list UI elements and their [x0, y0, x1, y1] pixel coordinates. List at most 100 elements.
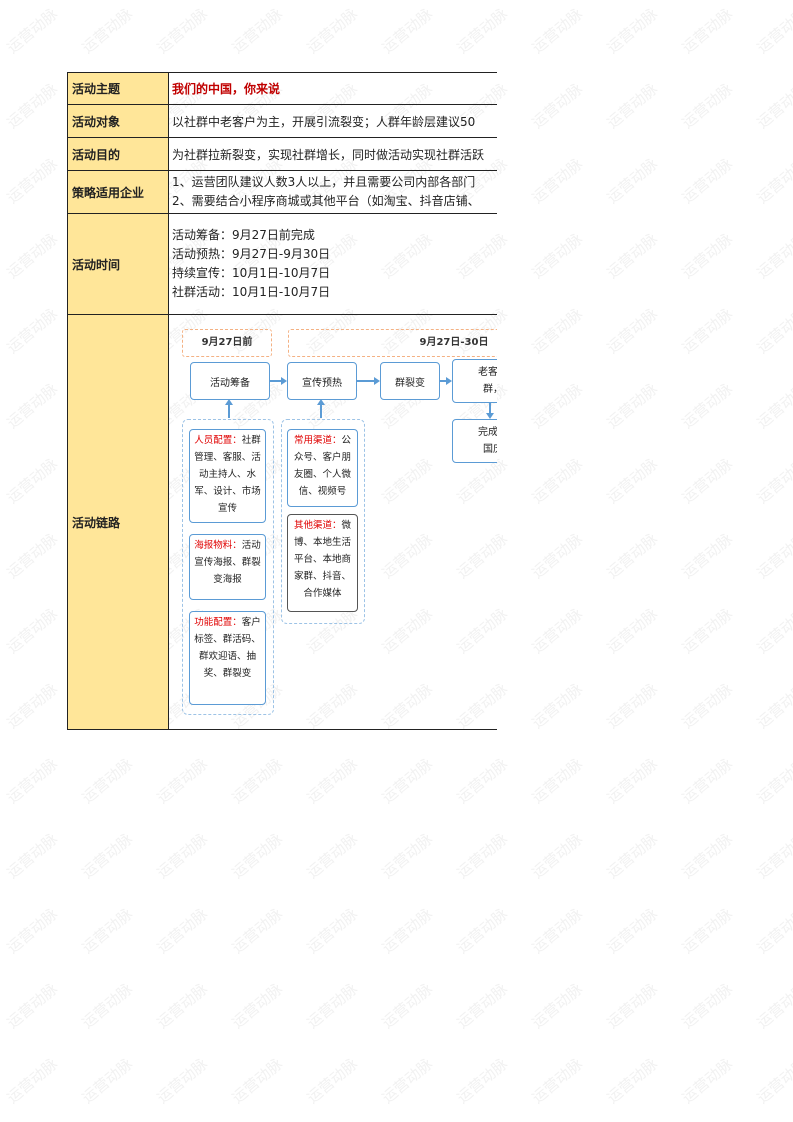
watermark-text: 运营动脉 — [753, 304, 793, 358]
node-warmup: 宣传预热 — [287, 362, 357, 400]
watermark-text: 运营动脉 — [528, 829, 587, 883]
watermark-text: 运营动脉 — [678, 829, 737, 883]
watermark-text: 运营动脉 — [528, 229, 587, 283]
watermark-text: 运营动脉 — [303, 1054, 362, 1108]
watermark-text: 运营动脉 — [453, 904, 512, 958]
value-theme: 我们的中国，你来说 — [168, 72, 497, 105]
watermark-text: 运营动脉 — [3, 979, 62, 1033]
watermark-text: 运营动脉 — [753, 904, 793, 958]
watermark-text: 运营动脉 — [603, 979, 662, 1033]
activity-flow-diagram: 9月27日前 9月27日-30日 活动筹备 宣传预热 群裂变 老客邀请 群，完 … — [169, 315, 497, 729]
watermark-text: 运营动脉 — [153, 829, 212, 883]
watermark-text: 运营动脉 — [378, 4, 437, 58]
watermark-text: 运营动脉 — [3, 604, 62, 658]
card-other-tag: 其他渠道： — [293, 520, 342, 531]
watermark-text: 运营动脉 — [678, 679, 737, 733]
watermark-text: 运营动脉 — [303, 979, 362, 1033]
time-line-4: 社群活动：10月1日-10月7日 — [172, 285, 331, 299]
watermark-text: 运营动脉 — [753, 454, 793, 508]
node-complete-line-1: 完成任务 — [478, 427, 497, 438]
watermark-text: 运营动脉 — [528, 454, 587, 508]
watermark-text: 运营动脉 — [678, 979, 737, 1033]
node-complete: 完成任务 国庆礼 — [452, 419, 497, 463]
label-theme: 活动主题 — [67, 72, 169, 105]
watermark-text: 运营动脉 — [603, 679, 662, 733]
watermark-text: 运营动脉 — [603, 604, 662, 658]
watermark-text: 运营动脉 — [78, 754, 137, 808]
strategy-line-1: 1、运营团队建议人数3人以上，并且需要公司内部各部门 — [172, 175, 476, 189]
watermark-text: 运营动脉 — [78, 829, 137, 883]
label-time: 活动时间 — [67, 213, 169, 315]
watermark-text: 运营动脉 — [153, 979, 212, 1033]
row-purpose: 活动目的 为社群拉新裂变，实现社群增长，同时做活动实现社群活跃 — [67, 137, 497, 171]
card-staff: 人员配置：社群管理、客服、活动主持人、水军、设计、市场宣传 — [189, 429, 266, 523]
watermark-text: 运营动脉 — [378, 904, 437, 958]
watermark-text: 运营动脉 — [603, 304, 662, 358]
watermark-text: 运营动脉 — [678, 4, 737, 58]
watermark-text: 运营动脉 — [603, 229, 662, 283]
watermark-text: 运营动脉 — [453, 754, 512, 808]
watermark-text: 运营动脉 — [753, 979, 793, 1033]
watermark-text: 运营动脉 — [3, 454, 62, 508]
watermark-text: 运营动脉 — [678, 529, 737, 583]
watermark-text: 运营动脉 — [753, 1054, 793, 1108]
strategy-line-2: 2、需要结合小程序商城或其他平台（如淘宝、抖音店铺、 — [172, 194, 480, 208]
watermark-text: 运营动脉 — [603, 379, 662, 433]
card-poster-tag: 海报物料： — [194, 540, 242, 551]
watermark-text: 运营动脉 — [153, 4, 212, 58]
watermark-text: 运营动脉 — [528, 1054, 587, 1108]
watermark-text: 运营动脉 — [603, 79, 662, 133]
watermark-text: 运营动脉 — [678, 454, 737, 508]
watermark-text: 运营动脉 — [753, 529, 793, 583]
node-fission: 群裂变 — [380, 362, 440, 400]
activity-plan-table: 活动主题 我们的中国，你来说 活动对象 以社群中老客户为主，开展引流裂变；人群年… — [67, 72, 497, 730]
arrow-warmup-to-fission — [356, 377, 380, 384]
watermark-text: 运营动脉 — [453, 979, 512, 1033]
watermark-text: 运营动脉 — [153, 904, 212, 958]
arrow-invite-to-complete — [486, 402, 493, 419]
watermark-text: 运营动脉 — [603, 454, 662, 508]
watermark-text: 运营动脉 — [528, 979, 587, 1033]
watermark-text: 运营动脉 — [303, 754, 362, 808]
watermark-text: 运营动脉 — [678, 604, 737, 658]
watermark-text: 运营动脉 — [3, 79, 62, 133]
card-other-text: 微博、本地生活平台、本地商家群、抖音、合作媒体 — [293, 520, 352, 599]
watermark-text: 运营动脉 — [678, 754, 737, 808]
row-audience: 活动对象 以社群中老客户为主，开展引流裂变；人群年龄层建议50 — [67, 104, 497, 138]
watermark-text: 运营动脉 — [3, 379, 62, 433]
node-invite-line-1: 老客邀请 — [478, 367, 497, 378]
watermark-text: 运营动脉 — [153, 754, 212, 808]
time-line-1: 活动筹备：9月27日前完成 — [172, 228, 315, 242]
arrow-prepare-to-warmup — [269, 377, 287, 384]
node-complete-line-2: 国庆礼 — [483, 444, 497, 455]
watermark-text: 运营动脉 — [678, 904, 737, 958]
label-purpose: 活动目的 — [67, 137, 169, 171]
watermark-text: 运营动脉 — [3, 4, 62, 58]
watermark-text: 运营动脉 — [528, 304, 587, 358]
label-chain: 活动链路 — [67, 314, 169, 730]
activity-plan-sheet: 活动主题 我们的中国，你来说 活动对象 以社群中老客户为主，开展引流裂变；人群年… — [67, 72, 497, 730]
watermark-text: 运营动脉 — [303, 904, 362, 958]
watermark-text: 运营动脉 — [3, 679, 62, 733]
node-invite-line-2: 群，完 — [483, 384, 497, 395]
arrow-group1-to-prepare — [225, 399, 232, 418]
watermark-text: 运营动脉 — [528, 79, 587, 133]
row-time: 活动时间 活动筹备：9月27日前完成 活动预热：9月27日-9月30日 持续宣传… — [67, 213, 497, 315]
value-time: 活动筹备：9月27日前完成 活动预热：9月27日-9月30日 持续宣传：10月1… — [168, 213, 497, 315]
time-line-2: 活动预热：9月27日-9月30日 — [172, 247, 331, 261]
watermark-text: 运营动脉 — [603, 829, 662, 883]
watermark-text: 运营动脉 — [78, 904, 137, 958]
watermark-text: 运营动脉 — [153, 1054, 212, 1108]
watermark-text: 运营动脉 — [3, 904, 62, 958]
label-audience: 活动对象 — [67, 104, 169, 138]
watermark-text: 运营动脉 — [753, 679, 793, 733]
watermark-text: 运营动脉 — [603, 529, 662, 583]
watermark-text: 运营动脉 — [753, 379, 793, 433]
watermark-text: 运营动脉 — [3, 529, 62, 583]
watermark-text: 运营动脉 — [3, 1054, 62, 1108]
watermark-text: 运营动脉 — [78, 1054, 137, 1108]
watermark-text: 运营动脉 — [678, 304, 737, 358]
card-common-channels: 常用渠道：公众号、客户朋友圈、个人微信、视频号 — [287, 429, 358, 507]
watermark-text: 运营动脉 — [3, 154, 62, 208]
watermark-text: 运营动脉 — [378, 829, 437, 883]
